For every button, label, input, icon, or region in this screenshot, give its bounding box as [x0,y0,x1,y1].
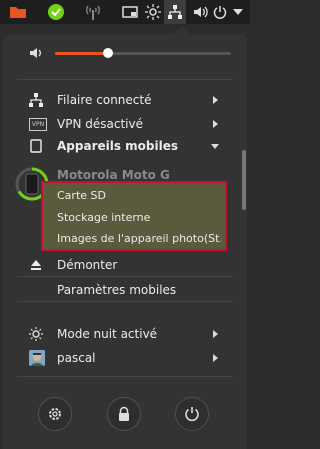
avatar [29,350,45,366]
network-icon [29,93,43,107]
brightness-icon[interactable] [144,3,162,21]
scrollbar[interactable] [242,150,246,210]
chevron-right-icon [213,354,218,362]
separator [17,276,233,277]
lock-button[interactable] [107,397,141,431]
speaker-icon [30,48,41,58]
chevron-right-icon [213,330,218,338]
storage-item-camera[interactable]: Images de l'appareil photo(St... [57,232,221,245]
storage-item-internal[interactable]: Stockage interne [57,211,221,224]
storage-item-sd[interactable]: Carte SD [57,189,221,202]
settings-button[interactable] [38,397,72,431]
wired-connection-item[interactable]: Filaire connecté [3,88,239,112]
gear-icon [49,408,61,420]
chevron-down-icon [211,144,219,149]
power-icon[interactable] [212,3,228,21]
mobile-devices-item[interactable]: Appareils mobiles [3,134,239,158]
separator [17,79,233,80]
user-label: pascal [57,351,96,365]
eject-icon [29,258,43,272]
storage-submenu: Carte SD Stockage interne Images de l'ap… [41,181,227,251]
volume-fill [55,52,108,55]
chevron-right-icon [213,96,218,104]
separator [17,376,233,377]
speaker-icon[interactable] [192,3,210,21]
unmount-label: Démonter [57,258,118,272]
night-mode-item[interactable]: Mode nuit activé [3,322,239,346]
separator [17,301,233,302]
brightness-icon [29,327,43,341]
volume-row [3,42,239,64]
vpn-label: VPN désactivé [57,117,143,131]
check-circle-icon[interactable] [46,3,66,21]
device-name: Motorola Moto G [57,168,170,182]
network-icon[interactable] [164,0,186,24]
power-icon [185,407,199,422]
popup-arrow [174,26,190,34]
chevron-right-icon [213,120,218,128]
lock-icon [119,406,129,421]
vpn-item[interactable]: VPN VPN désactivé [3,112,239,136]
mobile-settings-label: Paramètres mobiles [57,283,177,297]
volume-slider[interactable] [55,48,231,58]
unmount-item[interactable]: Démonter [3,253,239,277]
night-mode-label: Mode nuit activé [57,327,158,341]
mobile-devices-label: Appareils mobiles [57,139,179,153]
top-panel [0,0,250,24]
antenna-icon[interactable] [84,3,102,21]
wired-label: Filaire connecté [57,93,152,107]
phone-icon [29,139,43,153]
user-item[interactable]: pascal [3,346,239,370]
mobile-settings-item[interactable]: Paramètres mobiles [3,278,239,302]
system-menu: Filaire connecté VPN VPN désactivé Appar… [3,34,247,449]
vpn-icon: VPN [29,117,47,131]
chevron-down-icon[interactable] [232,3,244,21]
volume-handle[interactable] [102,48,113,58]
power-off-button[interactable] [175,397,209,431]
folder-icon[interactable] [8,3,28,21]
window-icon[interactable] [121,3,139,21]
